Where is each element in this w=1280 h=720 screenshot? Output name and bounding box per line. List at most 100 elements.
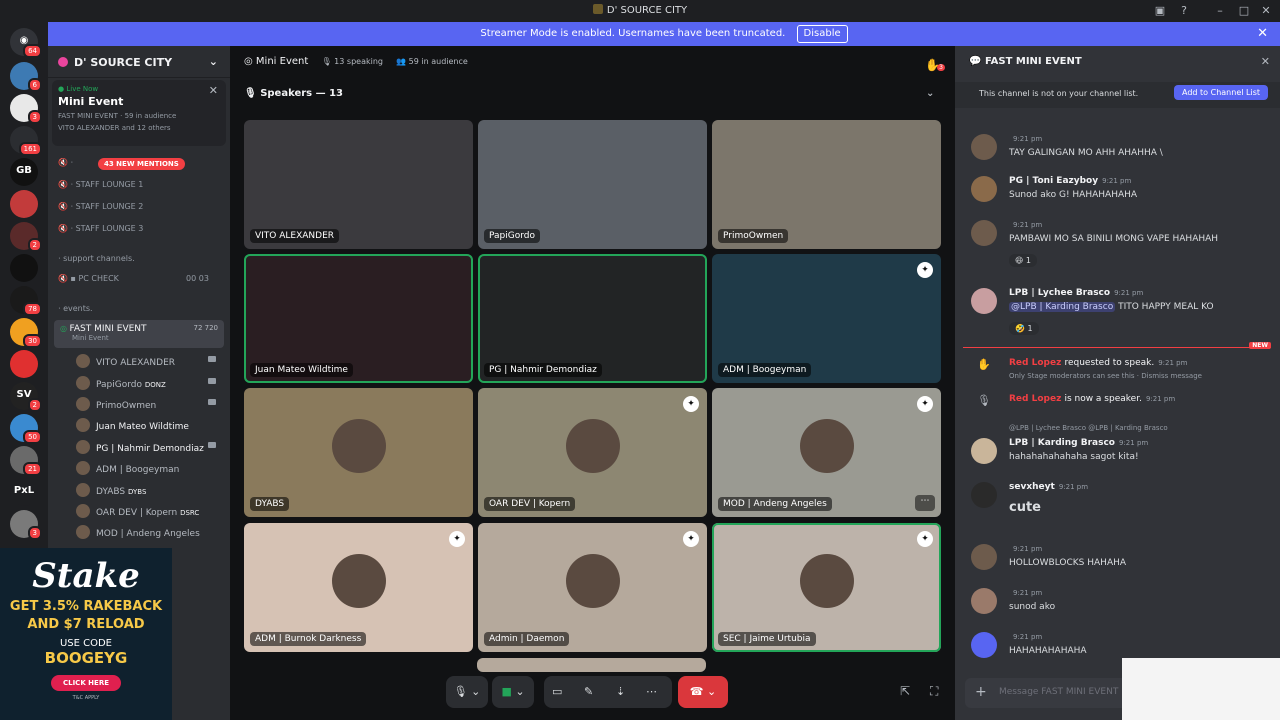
close-icon[interactable]: ✕	[209, 84, 218, 97]
chevron-down-icon: ⌄	[208, 55, 218, 68]
tile-name: Juan Mateo Wildtime	[250, 363, 353, 377]
user-mention[interactable]: @LPB | Karding Brasco	[1009, 302, 1116, 312]
reply-preview[interactable]: @LPB | Lychee Brasco @LPB | Karding Bras…	[1009, 424, 1168, 432]
activity-icon[interactable]: ✎	[584, 676, 593, 708]
tile-name: PG | Nahmir Demondiaz	[484, 363, 602, 377]
avatar[interactable]	[971, 220, 997, 246]
speakers-header[interactable]: 🎙 Speakers — 13 ⌄	[244, 88, 934, 99]
video-tile[interactable]: PrimoOwmen	[712, 120, 941, 249]
video-tile[interactable]: ✦ ⋯ MOD | Andeng Angeles	[712, 388, 941, 517]
maximize-button[interactable]: □	[1236, 3, 1252, 19]
webcam-overlay	[1122, 658, 1280, 720]
voice-channel[interactable]: 🔇 ⋅ STAFF LOUNGE 3	[58, 224, 143, 233]
popout-icon[interactable]: ⇱	[900, 684, 910, 698]
member-item[interactable]: PrimoOwmen	[76, 397, 216, 411]
add-to-channel-list-button[interactable]: Add to Channel List	[1174, 85, 1268, 100]
voice-channel-pc-check[interactable]: 🔇 ▪ PC CHECK 00 03	[58, 274, 209, 283]
fullscreen-icon[interactable]: ⛶	[930, 684, 938, 699]
member-item[interactable]: ADM | Boogeyman	[76, 461, 179, 475]
avatar[interactable]	[971, 544, 997, 570]
server-icon[interactable]: 161	[10, 126, 42, 156]
avatar[interactable]	[971, 588, 997, 614]
discord-home-icon[interactable]: ◉ 64	[10, 28, 42, 58]
server-icon[interactable]: 50	[10, 414, 42, 444]
streamer-mode-banner: Streamer Mode is enabled. Usernames have…	[48, 22, 1280, 46]
member-item[interactable]: Juan Mateo Wildtime	[76, 418, 189, 432]
voice-channel[interactable]: 🔇 ⋅	[58, 158, 73, 167]
close-chat-icon[interactable]: ✕	[1261, 55, 1270, 68]
category-events[interactable]: ⋅ events.	[58, 304, 93, 313]
video-tile[interactable]: ✦ ADM | Burnok Darkness	[244, 523, 473, 652]
ad-cta-button[interactable]: CLICK HERE	[50, 675, 121, 691]
more-icon[interactable]: ⋯	[646, 676, 657, 708]
inbox-icon[interactable]: ▣	[1152, 3, 1168, 19]
server-icon[interactable]: 30	[10, 318, 42, 348]
minimize-button[interactable]: –	[1212, 3, 1228, 19]
server-icon[interactable]: 6	[10, 62, 42, 92]
video-tile[interactable]: ✦ SEC | Jaime Urtubia	[712, 523, 941, 652]
member-item[interactable]: PapiGordo DONZ	[76, 376, 216, 390]
move-to-audience-icon[interactable]: ⇣	[616, 676, 625, 708]
chevron-down-icon[interactable]: ⌄	[926, 88, 934, 99]
voice-channel[interactable]: 🔇 ⋅ STAFF LOUNGE 1	[58, 180, 143, 189]
server-header[interactable]: D' SOURCE CITY ⌄	[48, 46, 230, 78]
server-icon[interactable]: 21	[10, 446, 42, 476]
camera-button[interactable]: ■ ⌄	[492, 676, 534, 708]
server-icon[interactable]	[10, 254, 38, 282]
avatar	[76, 354, 90, 368]
video-tile-partial	[477, 658, 706, 672]
discord-avatar-icon[interactable]	[971, 632, 997, 658]
avatar[interactable]	[971, 482, 997, 508]
video-tile[interactable]: VITO ALEXANDER	[244, 120, 473, 249]
stage-channel-selected[interactable]: ◎ FAST MINI EVENT 72 720 Mini Event	[54, 320, 224, 348]
stake-ad-overlay[interactable]: Stake GET 3.5% RAKEBACK AND $7 RELOAD US…	[0, 548, 172, 720]
video-tile[interactable]: ✦ OAR DEV | Kopern	[478, 388, 707, 517]
avatar[interactable]	[971, 134, 997, 160]
server-icon[interactable]: SV 2	[10, 382, 42, 412]
server-icon[interactable]	[10, 350, 38, 378]
new-mentions-badge[interactable]: 43 NEW MENTIONS	[98, 158, 185, 170]
video-tile[interactable]: DYABS	[244, 388, 473, 517]
add-attachment-icon[interactable]: +	[975, 684, 987, 700]
disconnect-button[interactable]: ☎ ⌄	[678, 676, 728, 708]
reaction[interactable]: 😆 1	[1009, 254, 1037, 267]
video-tile[interactable]: Juan Mateo Wildtime	[244, 254, 473, 383]
avatar[interactable]	[971, 438, 997, 464]
server-icon[interactable]: 3	[10, 94, 42, 124]
close-window-button[interactable]: ✕	[1258, 3, 1274, 19]
live-event-card[interactable]: ● Live Now Mini Event FAST MINI EVENT · …	[52, 80, 226, 146]
member-item[interactable]: OAR DEV | Kopern DSRC	[76, 504, 199, 518]
video-tile[interactable]: PapiGordo	[478, 120, 707, 249]
server-icon[interactable]	[10, 190, 38, 218]
server-icon[interactable]: PxL	[10, 478, 38, 506]
category-support[interactable]: ⋅ support channels.	[58, 254, 135, 263]
more-options-icon[interactable]: ⋯	[915, 495, 935, 511]
member-item[interactable]: VITO ALEXANDER	[76, 354, 216, 368]
member-item[interactable]: PG | Nahmir Demondiaz	[76, 440, 216, 454]
moderator-badge-icon: ✦	[917, 262, 933, 278]
chat-icon: 💬	[969, 56, 982, 67]
close-banner-icon[interactable]: ✕	[1257, 22, 1268, 46]
stage-view: ◎ Mini Event 🎙 13 speaking 👥 59 in audie…	[230, 46, 955, 720]
tile-name: VITO ALEXANDER	[250, 229, 340, 243]
video-tile[interactable]: ✦ ADM | Boogeyman	[712, 254, 941, 383]
server-icon[interactable]: 3	[10, 510, 42, 540]
video-tile[interactable]: ✦ Admin | Daemon	[478, 523, 707, 652]
server-icon[interactable]: 78	[10, 286, 42, 316]
mute-button[interactable]: 🎙 ⌄	[446, 676, 488, 708]
screen-share-icon[interactable]: ▭	[552, 676, 562, 708]
server-icon[interactable]: 2	[10, 222, 42, 252]
member-item[interactable]: MOD | Andeng Angeles	[76, 525, 200, 539]
reaction[interactable]: 🤣 1	[1009, 322, 1039, 335]
avatar[interactable]	[971, 176, 997, 202]
server-icon[interactable]: GB	[10, 158, 38, 186]
disable-button[interactable]: Disable	[796, 25, 848, 43]
raised-hand-icon[interactable]: ✋ 3	[925, 58, 945, 72]
stage-icon: ◎	[244, 56, 253, 67]
video-tile[interactable]: PG | Nahmir Demondiaz	[478, 254, 707, 383]
voice-channel[interactable]: 🔇 ⋅ STAFF LOUNGE 2	[58, 202, 143, 211]
avatar[interactable]	[971, 288, 997, 314]
camera-icon	[208, 442, 216, 448]
help-icon[interactable]: ?	[1176, 3, 1192, 19]
member-item[interactable]: DYABS DYBS	[76, 483, 146, 497]
